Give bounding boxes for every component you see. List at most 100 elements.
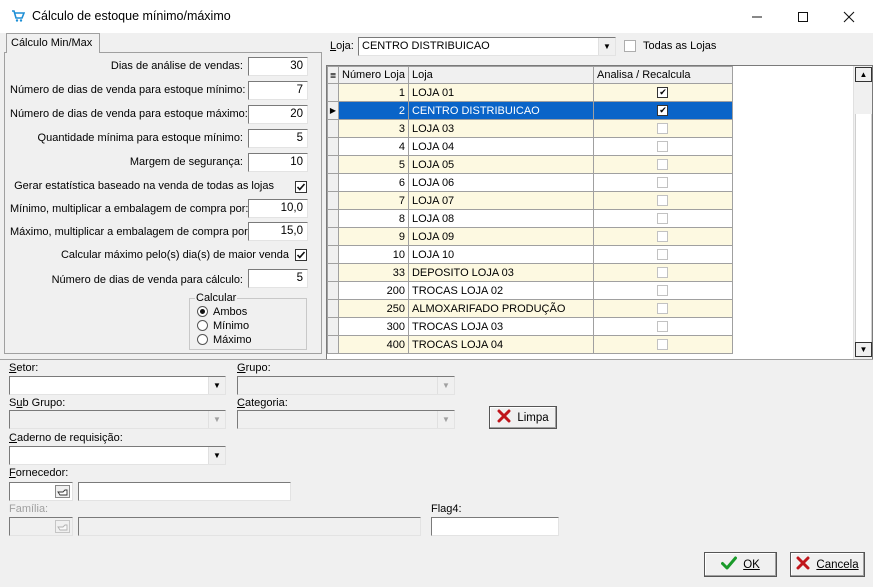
analisa-checkbox[interactable]	[657, 339, 669, 351]
analisa-checkbox[interactable]	[657, 177, 669, 189]
cell-analisa[interactable]	[592, 245, 733, 264]
cell-analisa[interactable]	[592, 299, 733, 318]
analisa-checkbox[interactable]	[657, 213, 669, 225]
cell-loja[interactable]: LOJA 05	[407, 155, 594, 174]
chevron-down-icon[interactable]: ▼	[437, 411, 454, 428]
table-row[interactable]: 300 TROCAS LOJA 03	[327, 317, 733, 336]
cell-numero-loja[interactable]: 6	[338, 173, 409, 192]
radio-ambos[interactable]	[197, 306, 208, 317]
cell-numero-loja[interactable]: 1	[338, 83, 409, 102]
cell-analisa[interactable]	[592, 317, 733, 336]
familia-name-input[interactable]	[78, 517, 421, 536]
radio-minimo[interactable]	[197, 320, 208, 331]
cell-numero-loja[interactable]: 7	[338, 191, 409, 210]
cell-loja[interactable]: LOJA 08	[407, 209, 594, 228]
cell-loja[interactable]: TROCAS LOJA 03	[407, 317, 594, 336]
cell-loja[interactable]: CENTRO DISTRIBUICAO	[407, 101, 594, 120]
calc-maximo-checkbox[interactable]	[295, 249, 307, 261]
cell-analisa[interactable]	[592, 227, 733, 246]
radio-maximo[interactable]	[197, 334, 208, 345]
row-indicator[interactable]	[327, 191, 339, 210]
cell-loja[interactable]: LOJA 01	[407, 83, 594, 102]
table-row[interactable]: 9 LOJA 09	[327, 227, 733, 246]
grupo-combo[interactable]: ▼	[237, 376, 455, 395]
analisa-checkbox[interactable]	[657, 123, 669, 135]
familia-code-input[interactable]	[9, 517, 73, 536]
cell-loja[interactable]: DEPOSITO LOJA 03	[407, 263, 594, 282]
row-indicator[interactable]	[327, 119, 339, 138]
scroll-up-icon[interactable]: ▲	[855, 67, 872, 82]
subgrupo-combo[interactable]: ▼	[9, 410, 226, 429]
margem-input[interactable]: 10	[248, 153, 308, 172]
table-row[interactable]: 8 LOJA 08	[327, 209, 733, 228]
analisa-checkbox[interactable]	[657, 141, 669, 153]
analisa-checkbox[interactable]	[657, 285, 669, 297]
close-button[interactable]	[826, 0, 872, 33]
chevron-down-icon[interactable]: ▼	[208, 447, 225, 464]
analisa-checkbox[interactable]	[657, 303, 669, 315]
col-analisa[interactable]: Analisa / Recalcula	[592, 66, 733, 84]
cell-loja[interactable]: LOJA 06	[407, 173, 594, 192]
cell-numero-loja[interactable]: 3	[338, 119, 409, 138]
cell-loja[interactable]: TROCAS LOJA 02	[407, 281, 594, 300]
row-indicator[interactable]	[327, 335, 339, 354]
cell-loja[interactable]: LOJA 10	[407, 245, 594, 264]
cell-analisa[interactable]	[592, 119, 733, 138]
table-row[interactable]: 10 LOJA 10	[327, 245, 733, 264]
cell-analisa[interactable]	[592, 335, 733, 354]
gerar-estatistica-checkbox[interactable]	[295, 181, 307, 193]
mult-maximo-input[interactable]: 15,0	[248, 222, 308, 241]
dias-analise-input[interactable]: 30	[248, 57, 308, 76]
chevron-down-icon[interactable]: ▼	[437, 377, 454, 394]
row-indicator[interactable]	[327, 245, 339, 264]
scroll-thumb[interactable]	[855, 114, 872, 343]
table-row[interactable]: 250 ALMOXARIFADO PRODUÇÃO	[327, 299, 733, 318]
cell-analisa[interactable]	[592, 209, 733, 228]
analisa-checkbox[interactable]: ✔	[657, 87, 669, 99]
table-row[interactable]: 7 LOJA 07	[327, 191, 733, 210]
fornecedor-code-input[interactable]	[9, 482, 73, 501]
cell-analisa[interactable]	[592, 155, 733, 174]
row-indicator[interactable]	[327, 137, 339, 156]
cell-numero-loja[interactable]: 8	[338, 209, 409, 228]
cell-numero-loja[interactable]: 300	[338, 317, 409, 336]
table-row[interactable]: 3 LOJA 03	[327, 119, 733, 138]
row-indicator[interactable]	[327, 83, 339, 102]
cell-analisa[interactable]	[592, 281, 733, 300]
cell-numero-loja[interactable]: 5	[338, 155, 409, 174]
tab-calculo-min-max[interactable]: Cálculo Min/Max	[6, 33, 100, 53]
cell-loja[interactable]: LOJA 07	[407, 191, 594, 210]
cell-numero-loja[interactable]: 9	[338, 227, 409, 246]
lojas-grid[interactable]: ≣ Número Loja Loja Analisa / Recalcula 1…	[326, 65, 873, 360]
analisa-checkbox[interactable]	[657, 249, 669, 261]
cell-analisa[interactable]: ✔	[592, 83, 733, 102]
lookup-hand-icon[interactable]	[54, 484, 71, 499]
cell-numero-loja[interactable]: 33	[338, 263, 409, 282]
cell-numero-loja[interactable]: 400	[338, 335, 409, 354]
cell-loja[interactable]: TROCAS LOJA 04	[407, 335, 594, 354]
chevron-down-icon[interactable]: ▼	[208, 377, 225, 394]
row-indicator[interactable]: ▶	[327, 101, 339, 120]
dias-minimo-input[interactable]: 7	[248, 81, 308, 100]
lookup-hand-icon[interactable]	[54, 519, 71, 534]
cell-numero-loja[interactable]: 250	[338, 299, 409, 318]
table-row[interactable]: 400 TROCAS LOJA 04	[327, 335, 733, 354]
cell-loja[interactable]: LOJA 03	[407, 119, 594, 138]
row-indicator[interactable]	[327, 263, 339, 282]
cell-analisa[interactable]: ✔	[592, 101, 733, 120]
analisa-checkbox[interactable]	[657, 159, 669, 171]
cell-numero-loja[interactable]: 4	[338, 137, 409, 156]
limpa-button[interactable]: Limpa	[489, 406, 557, 429]
ok-button[interactable]: OK	[704, 552, 777, 577]
caderno-combo[interactable]: ▼	[9, 446, 226, 465]
cell-numero-loja[interactable]: 2	[338, 101, 409, 120]
analisa-checkbox[interactable]	[657, 195, 669, 207]
col-loja[interactable]: Loja	[407, 66, 594, 84]
cell-numero-loja[interactable]: 10	[338, 245, 409, 264]
row-indicator[interactable]	[327, 317, 339, 336]
dias-calculo-input[interactable]: 5	[248, 269, 308, 288]
table-row[interactable]: 5 LOJA 05	[327, 155, 733, 174]
cell-numero-loja[interactable]: 200	[338, 281, 409, 300]
row-indicator[interactable]	[327, 281, 339, 300]
setor-combo[interactable]: ▼	[9, 376, 226, 395]
